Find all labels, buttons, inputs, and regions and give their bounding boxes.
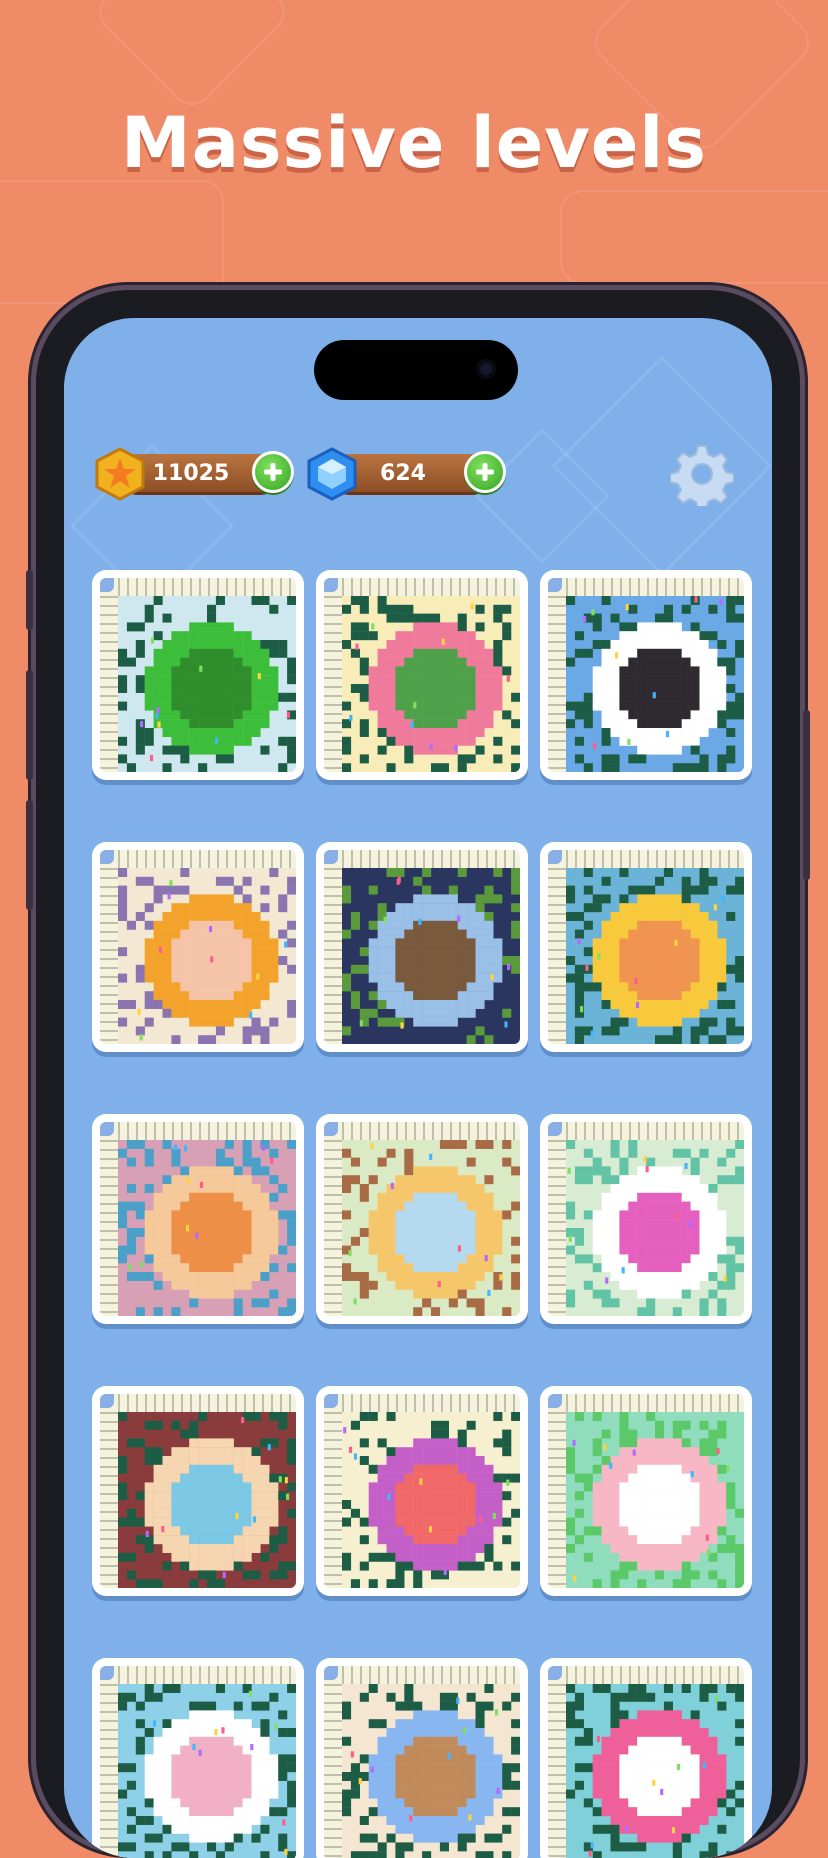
pixel-art-thumbnail bbox=[118, 1684, 296, 1858]
game-screen: 11025 624 bbox=[64, 318, 772, 1858]
pixel-art-thumbnail bbox=[342, 1684, 520, 1858]
pixel-art-thumbnail bbox=[118, 596, 296, 772]
level-card-yellow-chick[interactable] bbox=[540, 842, 752, 1052]
pixel-art-thumbnail bbox=[118, 1412, 296, 1588]
level-card-pink-bird[interactable] bbox=[540, 1658, 752, 1858]
gems-counter[interactable]: 624 bbox=[304, 447, 506, 501]
level-card-chef[interactable] bbox=[92, 1386, 304, 1596]
level-card-lion[interactable] bbox=[92, 842, 304, 1052]
pixel-art-thumbnail bbox=[566, 1412, 744, 1588]
camera-icon bbox=[476, 359, 496, 379]
level-card-stand-mixer[interactable] bbox=[316, 1386, 528, 1596]
headline-title: Massive levels bbox=[121, 102, 707, 184]
level-card-windmill-house[interactable] bbox=[316, 842, 528, 1052]
pixel-art-thumbnail bbox=[118, 868, 296, 1044]
level-card-teapot[interactable] bbox=[92, 1114, 304, 1324]
pixel-art-thumbnail bbox=[566, 1140, 744, 1316]
level-card-green-dinosaur[interactable] bbox=[92, 570, 304, 780]
level-card-pink-tulip[interactable] bbox=[316, 570, 528, 780]
star-coin-icon bbox=[95, 447, 145, 501]
pixel-art-thumbnail bbox=[342, 596, 520, 772]
pixel-art-thumbnail bbox=[342, 1140, 520, 1316]
level-card-white-bear[interactable] bbox=[92, 1658, 304, 1858]
pixel-art-thumbnail bbox=[566, 1684, 744, 1858]
level-card-blue-cupcake[interactable] bbox=[316, 1658, 528, 1858]
pixel-art-thumbnail bbox=[342, 868, 520, 1044]
pixel-art-thumbnail bbox=[118, 1140, 296, 1316]
pixel-art-thumbnail bbox=[342, 1412, 520, 1588]
pixel-art-thumbnail bbox=[566, 596, 744, 772]
blue-gem-icon bbox=[307, 447, 357, 501]
level-card-cupcake[interactable] bbox=[316, 1114, 528, 1324]
gear-icon[interactable] bbox=[670, 442, 734, 506]
level-card-unicorn[interactable] bbox=[540, 1114, 752, 1324]
stars-counter[interactable]: 11025 bbox=[92, 447, 294, 501]
phone-frame: 11025 624 bbox=[26, 290, 810, 1858]
dynamic-island bbox=[314, 340, 518, 400]
level-card-astronaut[interactable] bbox=[540, 570, 752, 780]
add-stars-button[interactable] bbox=[252, 451, 294, 493]
add-gems-button[interactable] bbox=[464, 451, 506, 493]
stars-value: 11025 bbox=[152, 461, 230, 486]
level-card-candy[interactable] bbox=[540, 1386, 752, 1596]
pixel-art-thumbnail bbox=[566, 868, 744, 1044]
gems-value: 624 bbox=[380, 461, 426, 486]
